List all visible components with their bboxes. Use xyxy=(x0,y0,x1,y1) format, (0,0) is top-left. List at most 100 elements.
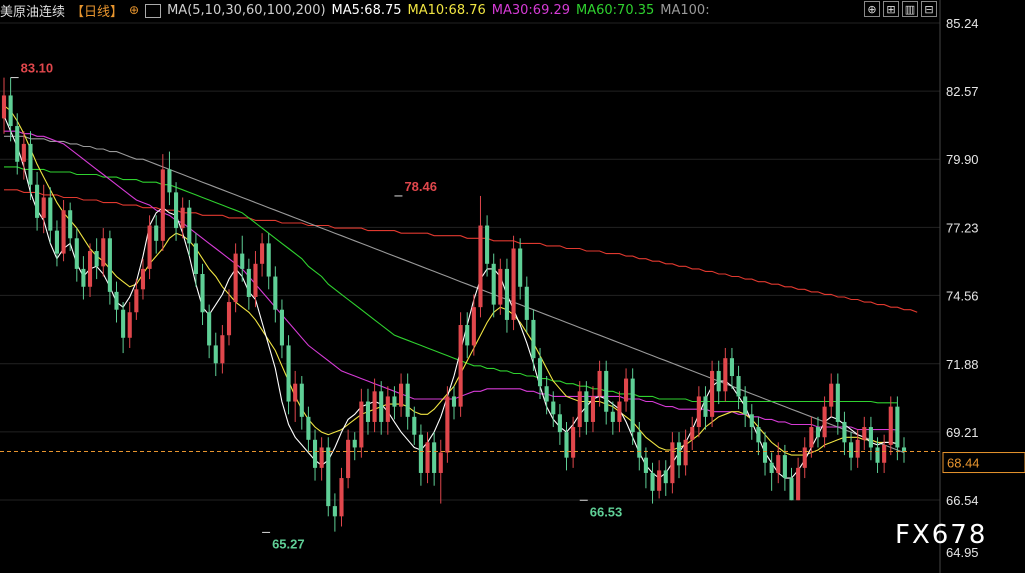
candle-body xyxy=(504,268,509,320)
candle-body xyxy=(882,444,887,463)
candle-body xyxy=(531,319,536,359)
price-annotations: 83.10 78.46 65.27 66.53 xyxy=(10,61,622,551)
candle-body xyxy=(1,95,7,119)
y-tick-label: 71.88 xyxy=(946,357,979,372)
candle-body xyxy=(87,251,93,287)
candle-body xyxy=(518,248,523,287)
candle-body xyxy=(273,276,278,310)
candle-body xyxy=(610,411,615,422)
candle-body xyxy=(749,414,754,428)
candle-body xyxy=(226,302,232,336)
candle-body xyxy=(207,312,212,346)
candle-body xyxy=(743,396,748,415)
candle-body xyxy=(399,383,404,407)
candle-body xyxy=(796,467,801,501)
candle-body xyxy=(445,396,450,453)
candle-body xyxy=(246,268,251,297)
candle-body xyxy=(895,406,900,448)
candle-body xyxy=(405,383,410,417)
candle-body xyxy=(187,207,192,244)
candle-body xyxy=(624,378,629,402)
candle-body xyxy=(200,273,205,313)
candle-body xyxy=(372,391,377,422)
candle-body xyxy=(590,396,596,422)
extreme-price-label: 83.10 xyxy=(21,61,54,76)
candle-body xyxy=(855,439,860,458)
candle-body xyxy=(94,251,99,267)
candles xyxy=(1,77,907,532)
candle-body xyxy=(584,391,589,422)
candle-body xyxy=(346,439,351,479)
candle-body xyxy=(326,447,331,507)
candle-body xyxy=(544,386,549,402)
candle-body xyxy=(485,225,490,264)
candle-body xyxy=(359,401,364,448)
candle-body xyxy=(471,307,476,346)
candle-body xyxy=(511,248,516,320)
gridlines xyxy=(0,22,940,501)
candle-body xyxy=(174,192,179,229)
candle-body xyxy=(617,401,622,422)
candle-body xyxy=(365,401,371,422)
extreme-price-label: 78.46 xyxy=(404,179,437,194)
ma60-line xyxy=(4,166,898,404)
y-tick-label: 74.56 xyxy=(946,288,979,303)
candle-body xyxy=(418,434,423,473)
candle-body xyxy=(723,358,728,392)
moving-averages xyxy=(3,105,918,479)
candle-body xyxy=(193,243,198,274)
current-price-label: 68.44 xyxy=(947,456,980,471)
candle-body xyxy=(312,439,318,468)
candle-body xyxy=(279,309,284,346)
extreme-price-label: 65.27 xyxy=(272,536,305,551)
candle-body xyxy=(809,427,814,448)
candle-body xyxy=(438,452,443,473)
candlestick-chart[interactable]: 83.10 78.46 65.27 66.53 85.24 82.57 79.90 77.2… xyxy=(0,0,1025,573)
candle-body xyxy=(213,345,218,364)
candle-body xyxy=(683,439,688,466)
candle-body xyxy=(630,378,635,433)
candle-body xyxy=(412,416,417,435)
candle-body xyxy=(432,442,437,473)
candle-body xyxy=(782,455,787,479)
watermark-logo: FX678 xyxy=(895,520,988,550)
candle-body xyxy=(557,414,562,433)
candle-body xyxy=(491,263,496,305)
candle-body xyxy=(551,401,556,415)
candle-body xyxy=(41,197,46,218)
candle-body xyxy=(458,325,463,407)
candle-body xyxy=(332,506,337,517)
candle-body xyxy=(478,225,483,308)
candle-body xyxy=(61,210,66,254)
candle-body xyxy=(849,442,854,458)
candle-body xyxy=(147,225,152,269)
candle-body xyxy=(901,447,907,452)
candle-body xyxy=(233,253,238,303)
candle-body xyxy=(48,197,53,231)
candle-body xyxy=(319,447,324,468)
candle-body xyxy=(498,268,503,305)
candle-body xyxy=(167,169,172,193)
candle-body xyxy=(637,432,642,458)
candle-body xyxy=(690,427,695,440)
candle-body xyxy=(597,370,602,397)
candle-body xyxy=(650,472,655,491)
candle-body xyxy=(68,210,73,239)
y-tick-label: 79.90 xyxy=(946,152,979,167)
candle-body xyxy=(577,391,582,428)
y-axis: 85.24 82.57 79.90 77.23 74.56 71.88 69.21 66.54… xyxy=(939,0,979,573)
candle-body xyxy=(293,383,298,402)
candle-body xyxy=(571,427,576,458)
candle-body xyxy=(392,396,397,407)
candle-body xyxy=(815,427,821,438)
candle-body xyxy=(339,478,344,517)
candle-body xyxy=(121,309,126,338)
candle-body xyxy=(352,439,357,448)
candle-body xyxy=(888,406,893,445)
candle-body xyxy=(676,442,682,466)
candle-body xyxy=(769,462,774,473)
candle-body xyxy=(604,370,609,412)
candle-body xyxy=(154,225,159,241)
candle-body xyxy=(696,396,701,428)
candle-body xyxy=(21,143,26,162)
